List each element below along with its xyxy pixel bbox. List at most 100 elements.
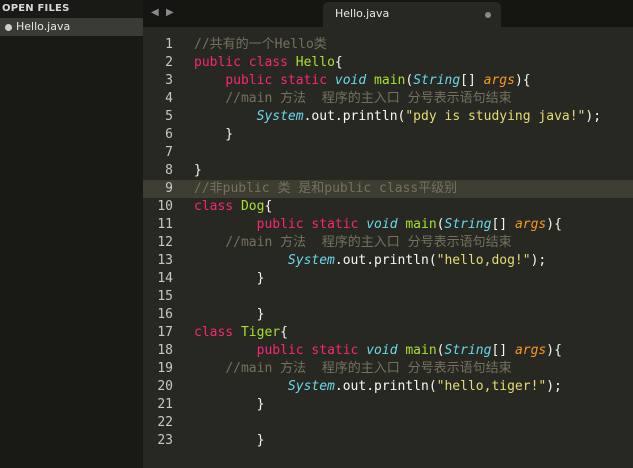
line-number: 22 (157, 415, 173, 430)
code-token: main (405, 343, 437, 358)
code-line[interactable]: public static void main(String[] args){ (194, 342, 562, 360)
code-line[interactable]: public class Hello{ (194, 54, 343, 72)
line-number: 12 (157, 235, 173, 250)
code-line[interactable]: System.out.println("hello,dog!"); (194, 252, 546, 270)
line-number: 21 (157, 397, 173, 412)
code-token: ( (436, 343, 445, 358)
code-token: { (280, 325, 288, 340)
code-token: public (194, 55, 241, 70)
code-line[interactable]: } (194, 270, 265, 288)
code-token: } (194, 433, 265, 448)
unsaved-dot-icon[interactable] (485, 12, 491, 18)
sidebar-file-hello-java[interactable]: Hello.java (0, 18, 143, 36)
code-token: Dog (240, 199, 265, 214)
code-token: //main 方法 程序的主入口 分号表示语句结束 (225, 361, 512, 376)
code-editor[interactable]: //共有的一个Hello类 public class Hello{ public … (185, 27, 633, 468)
line-number: 18 (157, 343, 173, 358)
code-line[interactable]: } (194, 306, 265, 324)
code-token: String (444, 217, 492, 232)
code-token: //共有的一个Hello类 (194, 37, 327, 52)
code-token: //main 方法 程序的主入口 分号表示语句结束 (225, 91, 512, 106)
code-token: [] (460, 73, 484, 88)
line-number: 9 (143, 180, 185, 198)
code-token: //非public 类 是和public class平级别 (194, 181, 458, 196)
line-number: 11 (157, 217, 173, 232)
line-number: 3 (165, 73, 173, 88)
code-line[interactable]: //共有的一个Hello类 (194, 36, 327, 54)
tab-label: Hello.java (335, 7, 390, 20)
code-line[interactable]: //main 方法 程序的主入口 分号表示语句结束 (194, 360, 512, 378)
line-number: 8 (165, 163, 173, 178)
code-token: } (194, 397, 265, 412)
line-number: 10 (157, 199, 173, 214)
code-line[interactable]: } (194, 396, 265, 414)
code-token: ){ (546, 343, 562, 358)
code-token: public (256, 217, 304, 232)
code-token: } (194, 127, 234, 142)
code-token: Hello (295, 55, 335, 70)
code-token: args (483, 73, 515, 88)
line-number: 6 (165, 127, 173, 142)
code-line[interactable]: class Dog{ (194, 198, 272, 216)
code-token: out (342, 253, 367, 268)
tab-next-icon[interactable]: ▶ (166, 7, 174, 18)
code-token: "hello,tiger!" (436, 379, 547, 394)
code-line[interactable]: System.out.println("hello,tiger!"); (194, 378, 562, 396)
code-token: .println( (366, 379, 437, 394)
code-line[interactable]: //main 方法 程序的主入口 分号表示语句结束 (194, 90, 512, 108)
code-line[interactable]: //非public 类 是和public class平级别 (194, 180, 457, 198)
tab-bar: ◀ ▶ Hello.java (143, 0, 633, 27)
code-line[interactable]: public static void main(String[] args){ (194, 216, 562, 234)
code-token: ){ (514, 73, 531, 88)
code-token: } (194, 307, 265, 322)
code-line[interactable]: } (194, 126, 233, 144)
line-number: 2 (165, 55, 173, 70)
code-token: [] (491, 217, 515, 232)
code-token: ); (585, 109, 602, 124)
code-token: ( (436, 217, 445, 232)
code-token: String (413, 73, 461, 88)
line-number: 20 (157, 379, 173, 394)
code-token: class (194, 325, 234, 340)
line-number: 1 (165, 37, 173, 52)
code-token: System (287, 253, 335, 268)
code-token: "hello,dog!" (436, 253, 531, 268)
code-token: "pdy is studying java!" (405, 109, 586, 124)
line-number: 14 (157, 271, 173, 286)
code-token: void (334, 73, 367, 88)
code-line[interactable]: } (194, 162, 202, 180)
code-token: ){ (546, 217, 562, 232)
code-token: } (194, 271, 265, 286)
code-token: args (514, 217, 547, 232)
code-line[interactable]: System.out.println("pdy is studying java… (194, 108, 601, 126)
code-line[interactable]: public static void main(String[] args){ (194, 72, 531, 90)
code-line[interactable]: } (194, 432, 265, 450)
line-number: 13 (157, 253, 173, 268)
open-files-heading: OPEN FILES (2, 3, 70, 14)
code-line[interactable]: //main 方法 程序的主入口 分号表示语句结束 (194, 234, 511, 252)
code-token: [] (491, 343, 515, 358)
line-number: 19 (157, 361, 173, 376)
tab-hello-java[interactable]: Hello.java (323, 2, 501, 27)
code-line[interactable]: class Tiger{ (194, 324, 288, 342)
line-number: 4 (165, 91, 173, 106)
code-token: out (311, 109, 335, 124)
code-token: class (194, 199, 234, 214)
code-token: static (311, 343, 359, 358)
tab-prev-icon[interactable]: ◀ (151, 7, 159, 18)
code-token: . (334, 379, 343, 394)
code-token: static (280, 73, 328, 88)
code-token: ); (530, 253, 547, 268)
